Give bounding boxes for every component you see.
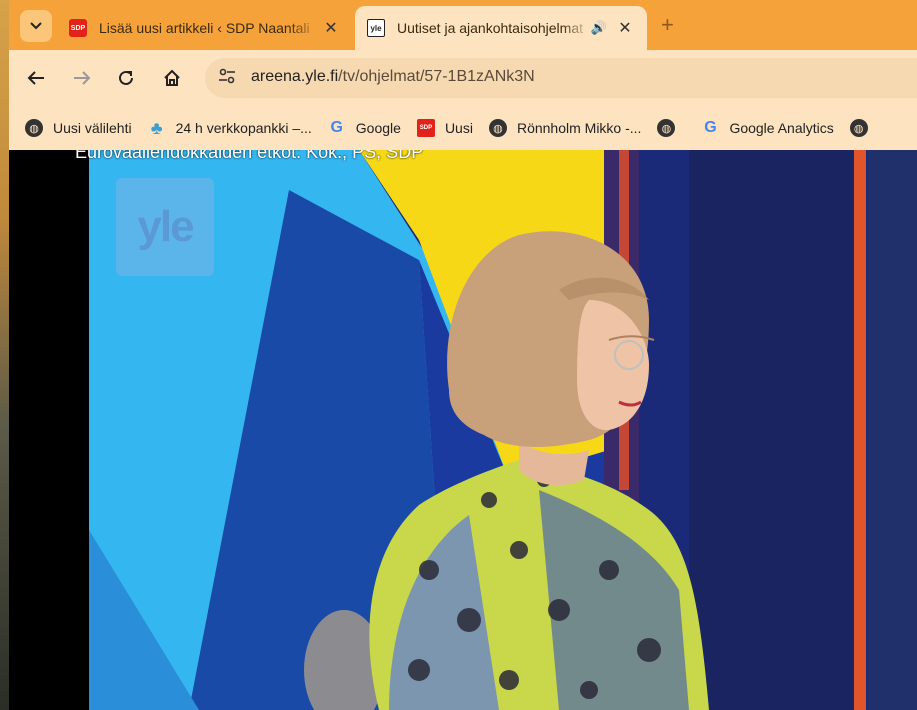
sdp-icon: SDP <box>416 119 435 137</box>
video-player[interactable]: yle Eurovaaliehdokkaiden etkot: Kok., PS… <box>9 150 917 710</box>
google-icon: G <box>330 119 343 136</box>
close-icon[interactable]: ✕ <box>321 18 341 38</box>
bookmark-uusi[interactable]: SDP Uusi <box>416 119 473 137</box>
globe-icon: ◍ <box>25 119 43 137</box>
bookmark-google[interactable]: G Google <box>328 119 401 137</box>
tab-strip: SDP Lisää uusi artikkeli ‹ SDP Naantali … <box>9 0 917 50</box>
url-domain: areena.yle.fi <box>251 68 339 85</box>
bookmark-label: Google <box>355 120 401 136</box>
address-bar[interactable]: areena.yle.fi/tv/ohjelmat/57-1B1zANk3N <box>205 58 917 98</box>
sdp-icon: SDP <box>69 19 87 37</box>
bookmarks-bar: ◍ Uusi välilehti ♣ 24 h verkkopankki –... … <box>9 106 917 150</box>
bookmark-label: Uusi välilehti <box>53 120 132 136</box>
home-button[interactable] <box>157 63 187 93</box>
bookmark-uusi-valilehti[interactable]: ◍ Uusi välilehti <box>25 119 132 137</box>
url-path: /tv/ohjelmat/57-1B1zANk3N <box>338 68 535 85</box>
reload-button[interactable] <box>111 63 141 93</box>
bookmark-label: Uusi <box>444 120 473 136</box>
globe-icon: ◍ <box>849 119 868 137</box>
bookmark-untitled[interactable]: ◍ <box>657 119 685 137</box>
forward-button[interactable] <box>67 63 97 93</box>
url-text[interactable]: areena.yle.fi/tv/ohjelmat/57-1B1zANk3N <box>251 68 535 86</box>
bookmark-label: 24 h verkkopankki –... <box>175 120 312 136</box>
bookmark-untitled-2[interactable]: ◍ <box>849 119 878 137</box>
speaker-icon[interactable]: 🔊 <box>591 20 607 36</box>
site-info-icon[interactable] <box>217 68 237 88</box>
bookmark-google-analytics[interactable]: G Google Analytics <box>701 119 834 137</box>
tab-title: Uutiset ja ajankohtaisohjelmat <box>397 20 583 36</box>
tune-icon <box>219 68 235 84</box>
chevron-down-icon <box>30 22 42 30</box>
toolbar: areena.yle.fi/tv/ohjelmat/57-1B1zANk3N <box>9 50 917 106</box>
back-button[interactable] <box>21 63 51 93</box>
clover-icon: ♣ <box>150 117 163 138</box>
browser-window: SDP Lisää uusi artikkeli ‹ SDP Naantali … <box>9 0 917 710</box>
bookmark-ronnholm[interactable]: ◍ Rönnholm Mikko -... <box>488 119 642 137</box>
tab-search-button[interactable] <box>20 10 52 42</box>
back-arrow-icon <box>27 71 44 85</box>
video-frame: yle <box>89 150 917 710</box>
globe-icon: ◍ <box>488 119 507 137</box>
forward-arrow-icon <box>74 71 91 85</box>
home-icon <box>164 69 180 86</box>
yle-icon: yle <box>367 19 385 37</box>
bookmark-label: Rönnholm Mikko -... <box>516 120 642 136</box>
tab-sdp-naantali[interactable]: SDP Lisää uusi artikkeli ‹ SDP Naantali … <box>63 6 353 50</box>
yle-logo: yle <box>116 178 214 276</box>
tab-title: Lisää uusi artikkeli ‹ SDP Naantali <box>99 20 310 36</box>
bookmark-label: Google Analytics <box>729 120 834 136</box>
bookmark-verkkopankki[interactable]: ♣ 24 h verkkopankki –... <box>148 117 312 138</box>
new-tab-button[interactable]: + <box>661 12 674 38</box>
google-icon: G <box>704 119 717 136</box>
globe-icon: ◍ <box>657 119 676 137</box>
tab-yle-areena[interactable]: yle Uutiset ja ajankohtaisohjelmat 🔊 ✕ <box>355 6 647 50</box>
reload-icon <box>119 70 133 85</box>
video-caption: Eurovaaliehdokkaiden etkot: Kok., PS, SD… <box>75 150 424 162</box>
close-icon[interactable]: ✕ <box>615 18 635 38</box>
